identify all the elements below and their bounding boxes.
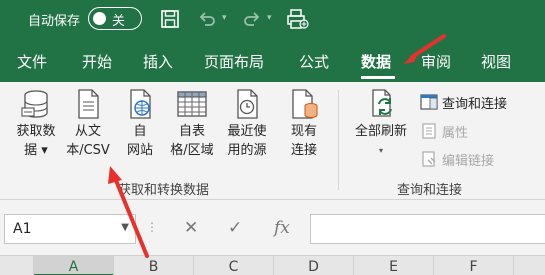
enter-icon[interactable]: ✓	[228, 218, 242, 238]
recent-file-clock-icon	[237, 89, 258, 119]
toggle-state: 关	[112, 14, 126, 29]
ribbon-tab-row: 文件 开始 插入 页面布局 公式 数据 审阅 视图	[0, 38, 545, 82]
name-box-value: A1	[13, 221, 32, 237]
formula-controls: ⋮ ✕ ✓ fx	[146, 214, 306, 244]
existing-connections-button[interactable]: 现有 连接	[282, 88, 326, 160]
tab-data[interactable]: 数据	[361, 51, 391, 72]
column-header-row: A B C D E F	[0, 255, 545, 275]
tab-review[interactable]: 审阅	[421, 51, 451, 72]
recent-sources-button[interactable]: 最近使 用的源	[222, 88, 272, 160]
column-header-b[interactable]: B	[114, 256, 194, 275]
queries-pane-icon	[420, 94, 438, 110]
formula-input[interactable]	[310, 214, 545, 244]
from-text-label-line2: 本/CSV	[66, 143, 110, 158]
column-header-a[interactable]: A	[34, 256, 114, 275]
select-all-corner[interactable]	[0, 256, 34, 275]
existing-connections-icon	[292, 89, 318, 119]
from-text-label-line1: 从文	[74, 124, 101, 139]
refresh-all-dropdown-icon[interactable]: ▾	[348, 141, 414, 160]
from-web-button[interactable]: 自 网站	[120, 88, 160, 160]
title-bar: 自动保存 关 ▾ ▾	[0, 0, 545, 38]
tab-formulas[interactable]: 公式	[299, 51, 329, 72]
column-header-c[interactable]: C	[194, 256, 274, 275]
tab-page-layout[interactable]: 页面布局	[204, 51, 264, 72]
get-data-label-line1: 获取数	[16, 124, 56, 139]
properties-icon	[422, 123, 436, 139]
queries-connections-label: 查询和连接	[442, 97, 508, 112]
get-data-button[interactable]: 获取数 据 ▾	[8, 88, 64, 160]
ribbon-data: 获取数 据 ▾ 从文 本/CSV 自 网站 自表 格/区域 最近使 用的源 现有…	[0, 82, 545, 200]
web-page-icon	[130, 89, 151, 119]
from-table-label-line2: 格/区域	[170, 143, 214, 158]
recent-sources-label-line1: 最近使	[227, 124, 267, 139]
tab-view[interactable]: 视图	[481, 51, 511, 72]
column-header-e[interactable]: E	[354, 256, 434, 275]
insert-function-icon[interactable]: fx	[274, 218, 290, 238]
column-header-f[interactable]: F	[434, 256, 514, 275]
undo-dropdown-icon[interactable]: ▾	[222, 13, 227, 23]
from-text-csv-button[interactable]: 从文 本/CSV	[60, 88, 116, 160]
toggle-knob	[93, 12, 106, 25]
tab-insert[interactable]: 插入	[143, 51, 173, 72]
autosave-label: 自动保存	[28, 14, 81, 29]
customize-quick-access-icon[interactable]	[287, 9, 309, 29]
group-label-queries-connections: 查询和连接	[397, 183, 463, 198]
refresh-all-label: 全部刷新	[354, 124, 407, 139]
formula-bar: A1 ▼ ⋮ ✕ ✓ fx	[0, 200, 545, 255]
redo-icon[interactable]	[242, 9, 262, 29]
chevron-down-icon[interactable]: ▼	[121, 222, 129, 233]
from-web-label-line1: 自	[133, 124, 147, 139]
from-table-label-line1: 自表	[178, 124, 205, 139]
existing-connections-label-line1: 现有	[290, 124, 317, 139]
name-box[interactable]: A1 ▼	[4, 214, 136, 244]
refresh-all-button[interactable]: 全部刷新 ▾	[348, 88, 414, 160]
tab-file[interactable]: 文件	[17, 51, 47, 72]
properties-label: 属性	[442, 126, 469, 141]
from-table-range-button[interactable]: 自表 格/区域	[162, 88, 222, 160]
redo-dropdown-icon[interactable]: ▾	[267, 13, 272, 23]
recent-sources-label-line2: 用的源	[227, 143, 267, 158]
group-label-get-transform: 获取和转换数据	[118, 183, 210, 198]
edit-links-icon	[422, 151, 436, 167]
text-file-icon	[78, 89, 99, 119]
undo-icon[interactable]	[197, 9, 217, 29]
active-tab-indicator	[361, 76, 395, 79]
table-grid-icon	[177, 91, 207, 117]
cancel-icon[interactable]: ✕	[184, 218, 198, 238]
from-web-label-line2: 网站	[126, 143, 153, 158]
tab-home[interactable]: 开始	[82, 51, 112, 72]
grip-icon[interactable]: ⋮	[146, 220, 158, 234]
edit-links-label: 编辑链接	[442, 154, 495, 169]
get-data-label-line2: 据 ▾	[24, 143, 48, 158]
column-header-d[interactable]: D	[274, 256, 354, 275]
existing-connections-label-line2: 连接	[290, 143, 317, 158]
refresh-icon	[372, 89, 392, 117]
group-separator	[338, 90, 339, 190]
save-icon[interactable]	[160, 9, 180, 29]
database-icon	[21, 90, 48, 118]
autosave-toggle[interactable]: 关	[88, 7, 142, 30]
